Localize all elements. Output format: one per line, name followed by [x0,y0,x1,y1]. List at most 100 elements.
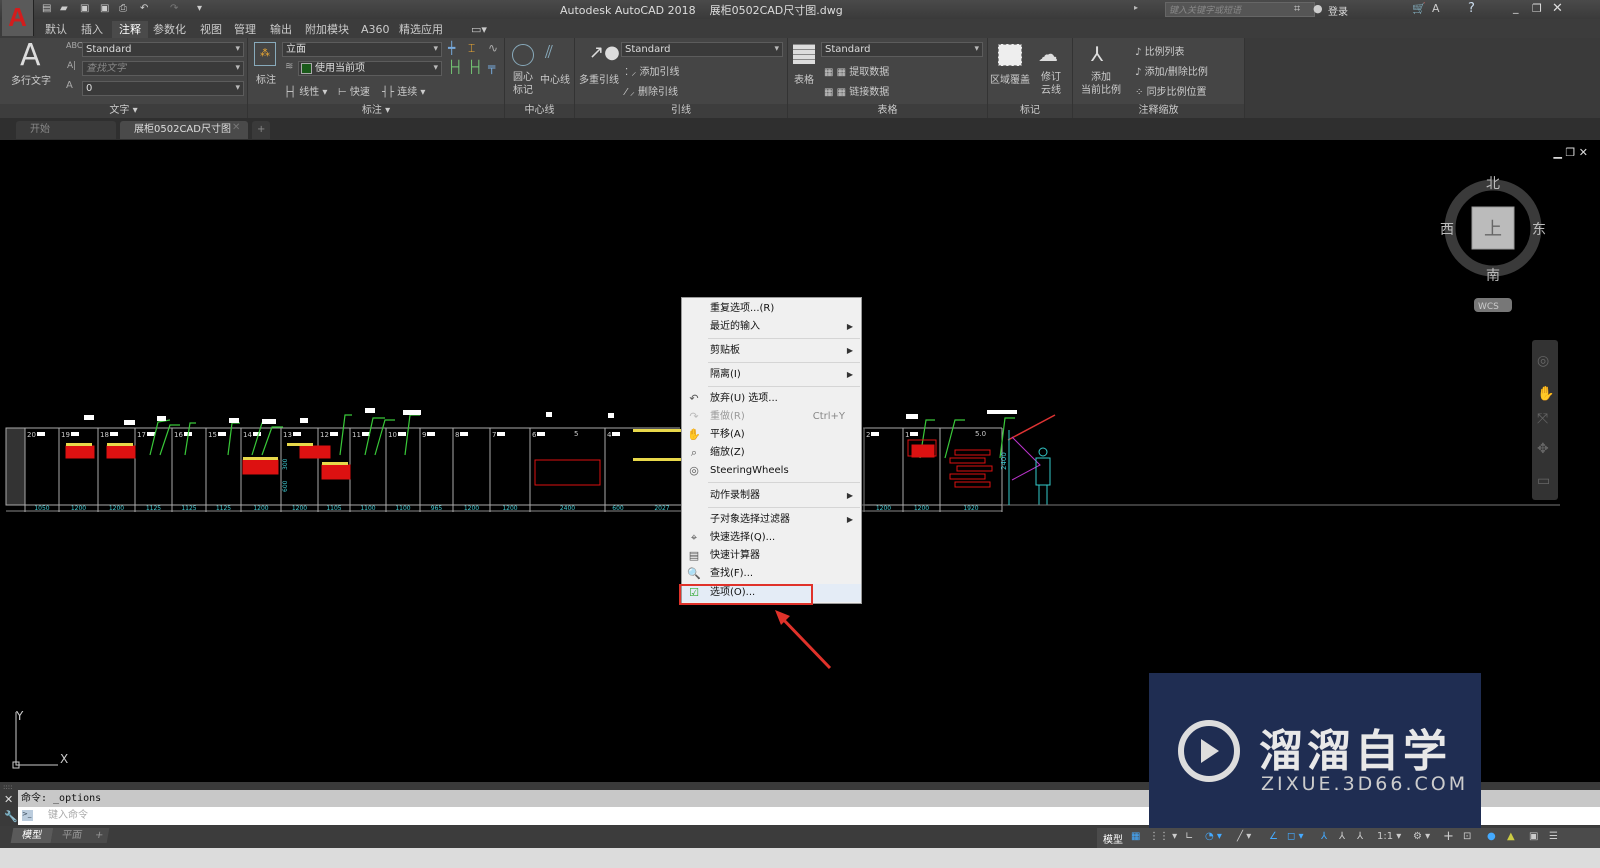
inspect-icon[interactable]: ├┤ [448,60,462,74]
linear-dimension-button[interactable]: ├┤ 线性 ▾ [284,83,327,98]
table-style-select[interactable]: Standard [821,42,983,57]
viewport-close-icon[interactable]: ✕ [1579,146,1588,159]
menu-item-clipboard[interactable]: 剪贴板 ▶ [682,342,861,360]
ribbon-display-options-icon[interactable]: ▭▾ [464,21,494,38]
menu-item-quickcalc[interactable]: ▤ 快速计算器 [682,547,861,565]
center-mark-icon[interactable] [512,44,534,66]
isolate-objects-icon[interactable]: ● [1487,831,1496,842]
add-delete-scales-button[interactable]: ♪ 添加/删除比例 [1135,63,1208,78]
quick-dimension-button[interactable]: ⊢ 快速 [338,83,370,98]
close-tab-icon[interactable]: ✕ [232,122,240,133]
grid-icon[interactable]: ▦ [1131,831,1140,842]
dimension-break-icon[interactable]: ┿ [448,41,455,55]
print-icon[interactable]: ⎙ [119,3,131,14]
file-tab-drawing[interactable]: 展柜0502CAD尺寸图* [120,121,248,153]
sign-in-button[interactable]: 登录 [1328,3,1348,18]
model-space-toggle[interactable]: 模型 [1103,831,1123,846]
auto-scale-icon[interactable]: ⅄ [1339,831,1345,842]
continue-dimension-button[interactable]: ┤├ 连续 ▾ [382,83,425,98]
isodraft-icon[interactable]: ╱ ▾ [1237,831,1251,842]
viewport-restore-icon[interactable]: ❐ [1565,146,1575,159]
workspace-gear-icon[interactable]: ⚙ ▾ [1413,831,1430,842]
command-customize-icon[interactable]: 🔧 [4,810,18,823]
panel-title-text[interactable]: 文字 ▾ [0,104,247,118]
help-icon[interactable]: ? [1468,1,1475,16]
restore-icon[interactable]: ❐ [1532,2,1542,15]
new-icon[interactable]: ▤ [42,3,54,14]
adjust-space-icon[interactable]: ⌶ [468,41,475,56]
add-leader-button[interactable]: ⁚ ⸝ 添加引线 [625,63,680,78]
customize-dropdown-icon[interactable]: ▾ [197,3,209,14]
showmotion-nav-icon[interactable]: ▭ [1537,473,1550,489]
table-button[interactable]: 表格 [794,71,814,86]
compass-east[interactable]: 东 [1532,222,1546,238]
application-menu-button[interactable]: A [2,0,34,36]
scale-list-button[interactable]: ♪ 比例列表 [1135,43,1185,58]
dimension-style-select[interactable]: 立面 [282,42,442,57]
autodesk-a360-icon[interactable]: A [1432,2,1440,15]
steeringwheel-nav-icon[interactable]: ◎ [1537,353,1549,369]
tab-manage[interactable]: 管理 [227,21,263,38]
menu-item-quick-select[interactable]: ⌖ 快速选择(Q)... [682,529,861,547]
user-icon[interactable]: ● [1313,2,1323,15]
annotation-monitor-icon[interactable]: + [1443,829,1454,844]
multileader-style-select[interactable]: Standard [621,42,783,57]
panel-title-leaders[interactable]: 引线 [575,104,787,118]
menu-item-steeringwheels[interactable]: ◎ SteeringWheels [682,462,861,480]
dimension-icon[interactable]: ⁂ [254,42,276,66]
pan-nav-icon[interactable]: ✋ [1537,385,1554,402]
dimension-layer-select[interactable]: 使用当前项 [298,61,442,76]
tab-default[interactable]: 默认 [38,21,74,38]
customization-menu-icon[interactable]: ☰ [1549,831,1558,842]
annotation-visibility-icon[interactable]: ⅄ [1321,831,1327,842]
zoom-extents-nav-icon[interactable]: ⤧ [1537,411,1548,427]
close-icon[interactable]: ✕ [1552,1,1563,16]
menu-item-redo[interactable]: ↷ 重做(R) Ctrl+Y [682,408,861,426]
menu-item-action-recorder[interactable]: 动作录制器 ▶ [682,487,861,505]
tab-annotate[interactable]: 注释 [112,21,148,38]
dimension-button[interactable]: 标注 [256,71,276,86]
minimize-icon[interactable]: _ [1513,1,1519,14]
tab-view[interactable]: 视图 [193,21,229,38]
revision-cloud-icon[interactable]: ☁ [1038,42,1058,66]
menu-item-recent-input[interactable]: 最近的输入 ▶ [682,318,861,336]
undo-icon[interactable]: ↶ [140,3,152,14]
orbit-nav-icon[interactable]: ✥ [1537,441,1549,457]
redo-icon[interactable]: ↷ [170,3,182,14]
annotation-scale-select[interactable]: 1:1 ▾ [1377,831,1401,842]
viewport-minimize-icon[interactable]: ▁ [1553,146,1561,159]
wipeout-icon[interactable] [998,44,1022,66]
menu-item-repeat-options[interactable]: 重复选项...(R) [682,300,861,318]
menu-item-undo[interactable]: ↶ 放弃(U) 选项... [682,390,861,408]
new-tab-button[interactable]: + [252,121,271,139]
menu-item-find[interactable]: 🔍 查找(F)... [682,565,861,583]
center-mark-button[interactable]: 圆心 标记 [513,71,533,97]
file-tab-start[interactable]: 开始 [16,121,116,139]
table-icon[interactable] [793,44,815,64]
menu-item-pan[interactable]: ✋ 平移(A) [682,426,861,444]
compass-north[interactable]: 北 [1486,176,1500,192]
annotation-scale-icon[interactable]: ⅄ [1357,831,1363,842]
reassociate-icon[interactable]: ╤ [488,60,495,74]
add-current-scale-button[interactable]: 添加 当前比例 [1081,71,1121,97]
wipeout-button[interactable]: 区域覆盖 [990,71,1030,86]
extract-data-button[interactable]: ▦ ▦ 提取数据 [824,63,889,78]
update-icon[interactable]: ├┤ [468,60,482,74]
multiline-text-icon[interactable]: A [20,38,41,73]
find-text-input[interactable]: 查找文字 [82,61,244,76]
panel-title-tables[interactable]: 表格 [788,104,987,118]
multileader-icon[interactable]: ↗● [589,42,620,63]
cart-icon[interactable]: 🛒 [1412,2,1426,15]
tab-output[interactable]: 输出 [263,21,299,38]
clean-screen-icon[interactable]: ▣ [1529,831,1538,842]
tab-addins[interactable]: 附加模块 [298,21,356,38]
search-expand-icon[interactable]: ▸ [1134,3,1138,12]
object-snap-icon[interactable]: ◻ ▾ [1287,831,1304,842]
text-height-select[interactable]: 0 [82,81,244,96]
jog-line-icon[interactable]: ∿ [488,41,498,55]
layout-tab-model[interactable]: 模型 [10,828,54,843]
command-prompt-icon[interactable]: >_ [22,810,33,821]
units-icon[interactable]: ⊡ [1463,831,1471,842]
ortho-icon[interactable]: ∟ [1185,831,1193,842]
multiline-text-button[interactable]: 多行文字 [11,72,51,87]
